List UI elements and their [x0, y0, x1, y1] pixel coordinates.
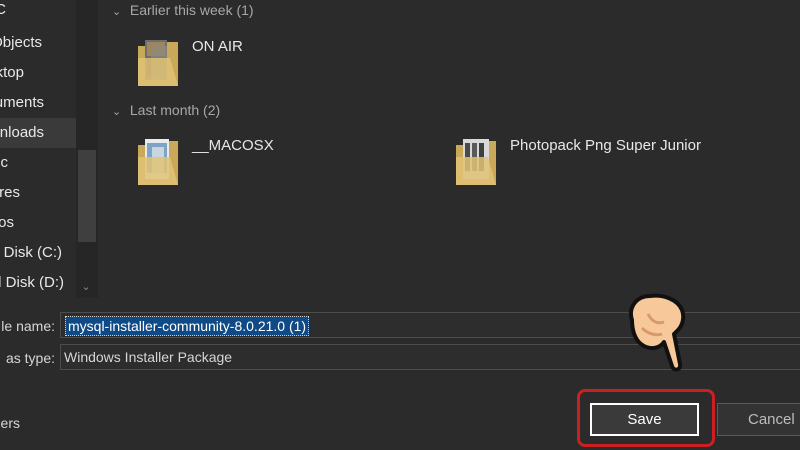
nav-item-documents[interactable]: uments: [0, 88, 76, 118]
hide-folders-toggle[interactable]: lers: [0, 415, 20, 431]
nav-item-desktop[interactable]: ktop: [0, 58, 76, 88]
group-header-last-month[interactable]: ⌄ Last month (2): [112, 100, 220, 120]
chevron-down-icon: ⌄: [112, 6, 122, 18]
nav-item-3d-objects[interactable]: Objects: [0, 28, 76, 58]
pointing-hand-icon: [629, 293, 686, 372]
group-header-label: Last month (2): [129, 102, 221, 118]
nav-item-label: nloads: [0, 124, 44, 141]
nav-item-label: os: [0, 214, 14, 231]
nav-item-local-disk-c[interactable]: l Disk (C:): [0, 238, 76, 268]
nav-item-pictures[interactable]: ures: [0, 178, 76, 208]
filename-label: le name:: [1, 318, 55, 334]
nav-item-quick[interactable]: C: [0, 0, 76, 25]
nav-item-label: Objects: [0, 34, 42, 51]
nav-item-music[interactable]: ic: [0, 148, 76, 178]
folder-item[interactable]: ON AIR: [136, 36, 336, 96]
save-button[interactable]: Save: [590, 403, 699, 436]
folder-item[interactable]: Photopack Png Super Junior: [454, 135, 754, 195]
filename-input[interactable]: mysql-installer-community-8.0.21.0 (1): [65, 316, 310, 336]
nav-item-label: ktop: [0, 64, 24, 81]
file-list: ⌄ Earlier this week (1) ON AIR ⌄ Last mo…: [98, 0, 800, 298]
nav-item-label: l Disk (D:): [0, 274, 64, 291]
nav-item-label: ic: [0, 154, 8, 171]
folder-name: ON AIR: [192, 38, 243, 55]
nav-item-local-disk-d[interactable]: l Disk (D:): [0, 268, 76, 298]
folder-icon: [138, 40, 178, 86]
nav-item-label: uments: [0, 94, 44, 111]
folder-item[interactable]: __MACOSX: [136, 135, 356, 195]
nav-item-downloads[interactable]: nloads: [0, 118, 76, 148]
folder-name: Photopack Png Super Junior: [510, 137, 701, 154]
nav-item-label: C: [0, 1, 6, 18]
folder-icon: [138, 139, 178, 185]
nav-scrollbar-thumb[interactable]: [78, 150, 96, 242]
nav-item-label: ures: [0, 184, 20, 201]
folder-icon: [456, 139, 496, 185]
group-header-label: Earlier this week (1): [129, 2, 254, 18]
nav-item-label: l Disk (C:): [0, 244, 62, 261]
chevron-down-icon: ⌄: [112, 106, 122, 118]
cancel-button[interactable]: Cancel: [717, 403, 800, 436]
folder-name: __MACOSX: [192, 137, 274, 154]
save-as-type-label: as type:: [5, 350, 55, 366]
navigation-pane: C Objects ktop uments nloads ic ures os …: [0, 0, 98, 298]
group-header-earlier-this-week[interactable]: ⌄ Earlier this week (1): [112, 0, 254, 20]
nav-item-videos[interactable]: os: [0, 208, 76, 238]
chevron-down-icon[interactable]: ⌄: [79, 280, 93, 294]
nav-scrollbar[interactable]: [76, 0, 98, 298]
save-as-type-value: Windows Installer Package: [64, 349, 233, 365]
